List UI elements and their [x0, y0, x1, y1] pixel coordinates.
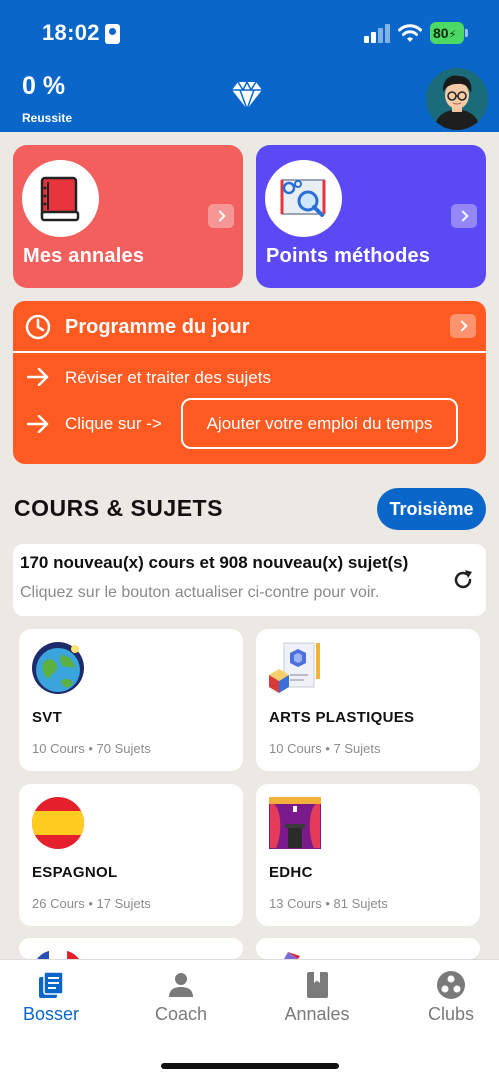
annales-title: Mes annales	[23, 245, 145, 267]
programme-line-reviser[interactable]: Réviser et traiter des sujets	[65, 368, 271, 388]
arrow-right-icon	[27, 368, 49, 386]
subject-meta: 13 Cours • 81 Sujets	[269, 896, 388, 911]
sim-icon	[105, 24, 120, 44]
user-avatar[interactable]	[426, 68, 488, 130]
subject-card-espagnol[interactable]: ESPAGNOL 26 Cours • 17 Sujets	[19, 784, 243, 926]
subject-partial-icon	[284, 952, 300, 959]
signal-icon	[364, 24, 390, 43]
nav-label-annales: Annales	[284, 1004, 350, 1024]
subject-card-arts-plastiques[interactable]: ARTS PLASTIQUES 10 Cours • 7 Sujets	[256, 629, 480, 771]
subject-meta: 10 Cours • 7 Sujets	[269, 741, 381, 756]
home-indicator[interactable]	[161, 1063, 339, 1069]
section-title: COURS & SUJETS	[14, 495, 223, 521]
nav-annales[interactable]: Annales	[267, 970, 367, 1025]
subject-card-francais-partial[interactable]	[19, 938, 243, 959]
level-selector-button[interactable]: Troisième	[377, 488, 486, 530]
ajouter-emploi-du-temps-button[interactable]: Ajouter votre emploi du temps	[181, 398, 458, 449]
earth-icon	[32, 642, 84, 694]
person-icon	[169, 973, 193, 997]
subject-name: ARTS PLASTIQUES	[269, 709, 415, 726]
methodes-chevron-right-icon[interactable]	[451, 204, 477, 228]
subject-card-edhc[interactable]: EDHC 13 Cours • 81 Sujets	[256, 784, 480, 926]
methodes-title: Points méthodes	[266, 245, 431, 267]
subject-name: ESPAGNOL	[32, 864, 118, 881]
annales-icon-circle	[22, 160, 99, 237]
battery-indicator: 80⚡	[430, 22, 468, 44]
wifi-icon	[398, 24, 422, 42]
nav-clubs[interactable]: Clubs	[401, 970, 499, 1025]
subject-name: EDHC	[269, 864, 313, 881]
diamond-icon[interactable]	[231, 80, 263, 110]
arrow-right-icon	[27, 415, 49, 433]
programme-chevron-right-icon[interactable]	[450, 314, 476, 338]
programme-title[interactable]: Programme du jour	[65, 316, 249, 339]
book-icon	[39, 971, 64, 998]
nav-label-bosser: Bosser	[22, 1004, 80, 1024]
avatar-illustration	[426, 68, 488, 130]
success-rate: 0 %	[22, 72, 66, 100]
news-subtitle: Cliquez sur le bouton actualiser ci-cont…	[20, 584, 380, 601]
annales-chevron-right-icon[interactable]	[208, 204, 234, 228]
spain-flag-icon	[32, 797, 84, 849]
subject-name: SVT	[32, 709, 63, 726]
bottom-navigation: Bosser Coach Annales Clubs	[0, 959, 499, 1080]
clock-icon	[25, 314, 51, 340]
nav-bosser[interactable]: Bosser	[1, 970, 101, 1025]
red-book-icon	[40, 176, 80, 222]
podium-icon	[269, 797, 321, 849]
nav-coach[interactable]: Coach	[131, 970, 231, 1025]
subject-card-partial[interactable]	[256, 938, 480, 959]
mes-annales-card[interactable]: Mes annales	[13, 145, 243, 288]
refresh-icon[interactable]	[451, 568, 475, 592]
news-banner: 170 nouveau(x) cours et 908 nouveau(x) s…	[13, 544, 486, 616]
programme-line-clique: Clique sur ->	[65, 414, 162, 433]
subject-card-svt[interactable]: SVT 10 Cours • 70 Sujets	[19, 629, 243, 771]
status-time: 18:02	[42, 20, 100, 45]
magnifier-document-icon	[280, 179, 326, 217]
news-title: 170 nouveau(x) cours et 908 nouveau(x) s…	[20, 553, 409, 572]
programme-du-jour-panel: Programme du jour Réviser et traiter des…	[13, 301, 486, 464]
app-header: 18:02 80⚡ 0 % Reussite	[0, 0, 499, 132]
nav-label-coach: Coach	[154, 1004, 208, 1024]
subject-meta: 26 Cours • 17 Sujets	[32, 896, 151, 911]
points-methodes-card[interactable]: Points méthodes	[256, 145, 486, 288]
art-icon	[269, 642, 320, 693]
group-icon	[437, 971, 465, 999]
nav-label-clubs: Clubs	[427, 1004, 475, 1024]
methodes-icon-circle	[265, 160, 342, 237]
bookmark-book-icon	[307, 972, 328, 998]
france-flag-icon	[37, 949, 79, 959]
subject-meta: 10 Cours • 70 Sujets	[32, 741, 151, 756]
programme-divider	[13, 351, 486, 353]
success-label: Reussite	[22, 111, 73, 125]
